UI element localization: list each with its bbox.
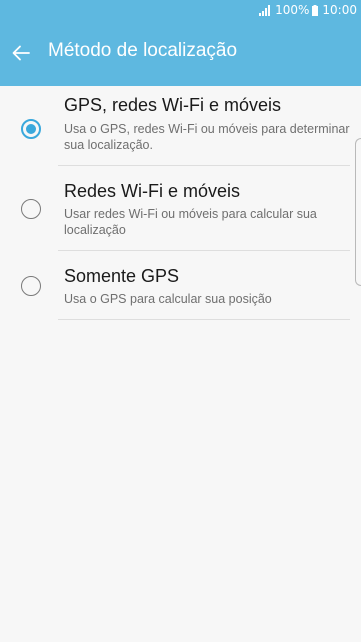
battery-icon [312,4,319,16]
divider [58,165,350,166]
option-title: GPS, redes Wi-Fi e móveis [64,95,282,115]
option-description: Usa o GPS para calcular sua posição [64,292,272,306]
option-gps-only[interactable]: Somente GPS Usa o GPS para calcular sua … [0,254,361,318]
page-title: Método de localização [48,40,238,61]
option-description: Usar redes Wi-Fi ou móveis para calcular… [64,207,317,237]
radio-button[interactable] [21,199,41,219]
clock: 10:00 [322,3,357,17]
option-title: Redes Wi-Fi e móveis [64,181,241,201]
radio-button[interactable] [21,276,41,296]
back-arrow-icon [12,45,30,61]
back-button[interactable] [6,38,36,68]
status-bar: 100% 10:00 [0,0,361,20]
option-gps-wifi-mobile[interactable]: GPS, redes Wi-Fi e móveis Usa o GPS, red… [0,92,361,166]
app-bar: Método de localização [0,20,361,86]
battery-percent: 100% [275,3,310,17]
edge-panel-handle[interactable] [355,138,361,286]
radio-dot [26,124,36,134]
status-indicators: 100% 10:00 [259,2,357,18]
divider [58,250,350,251]
divider [58,319,350,320]
signal-icon [259,4,271,16]
option-title: Somente GPS [64,266,180,286]
option-description: Usa o GPS, redes Wi-Fi ou móveis para de… [64,122,350,152]
location-method-list: GPS, redes Wi-Fi e móveis Usa o GPS, red… [0,86,361,642]
radio-button-selected[interactable] [21,119,41,139]
option-wifi-mobile[interactable]: Redes Wi-Fi e móveis Usar redes Wi-Fi ou… [0,170,361,250]
